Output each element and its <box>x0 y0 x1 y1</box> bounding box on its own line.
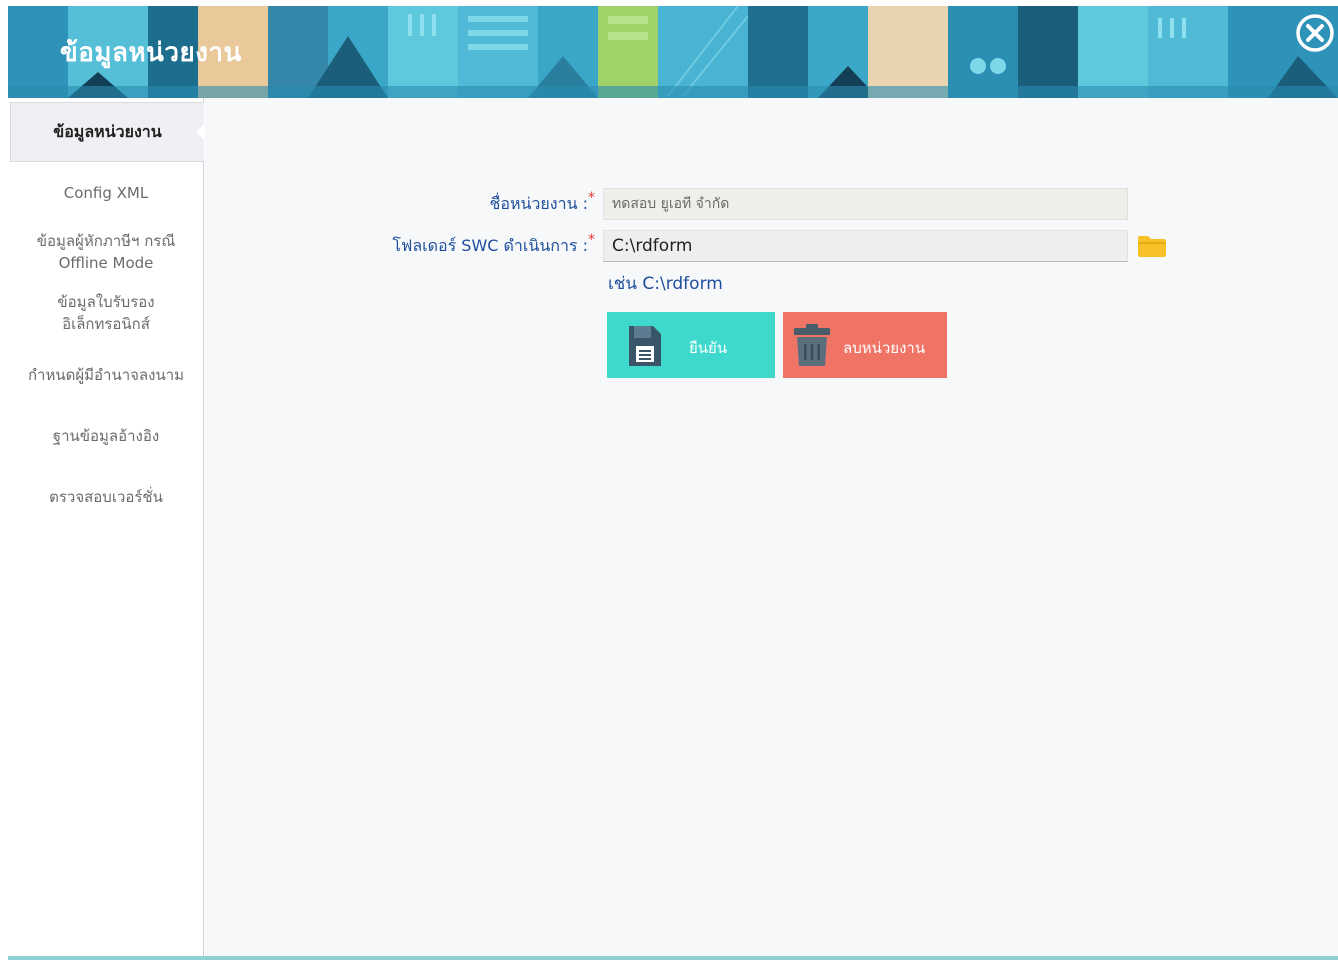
swc-folder-label: โฟลเดอร์ SWC ดำเนินการ :* <box>325 232 595 259</box>
sidebar-item-config-xml[interactable]: Config XML <box>8 182 204 204</box>
folder-icon[interactable] <box>1137 234 1167 262</box>
sidebar-item-label: Config XML <box>63 184 149 202</box>
sidebar-item-label: ข้อมูลใบรับรอง <box>57 293 155 311</box>
window-header: ข้อมูลหน่วยงาน <box>8 6 1338 98</box>
org-name-label: ชื่อหน่วยงาน :* <box>365 190 595 217</box>
trash-icon <box>791 322 833 372</box>
sidebar-item-e-certificate[interactable]: ข้อมูลใบรับรอง อิเล็กทรอนิกส์ <box>8 291 204 335</box>
sidebar-item-signatory[interactable]: กำหนดผู้มีอำนาจลงนาม <box>8 364 204 386</box>
sidebar-item-org-info[interactable]: ข้อมูลหน่วยงาน <box>10 102 205 162</box>
delete-org-button-label: ลบหน่วยงาน <box>843 339 926 357</box>
bottom-border <box>8 956 1338 965</box>
swc-folder-input[interactable]: C:\rdform <box>603 230 1128 262</box>
delete-org-button[interactable]: ลบหน่วยงาน <box>783 312 947 378</box>
sidebar-item-label: ฐานข้อมูลอ้างอิง <box>52 427 160 445</box>
org-name-label-text: ชื่อหน่วยงาน : <box>489 194 588 213</box>
sidebar-item-check-version[interactable]: ตรวจสอบเวอร์ชั่น <box>8 486 204 508</box>
sidebar-item-label: Offline Mode <box>58 254 154 272</box>
swc-folder-label-text: โฟลเดอร์ SWC ดำเนินการ : <box>392 236 588 255</box>
required-star: * <box>588 190 595 206</box>
save-document-icon <box>627 324 663 372</box>
required-star: * <box>588 232 595 248</box>
close-icon[interactable] <box>1294 12 1336 54</box>
main-content: ชื่อหน่วยงาน :* ทดสอบ ยูเอที จำกัด โฟลเด… <box>205 98 1338 956</box>
sidebar-item-label: ข้อมูลผู้หักภาษีฯ กรณี <box>36 232 176 250</box>
sidebar-item-reference-db[interactable]: ฐานข้อมูลอ้างอิง <box>8 425 204 447</box>
confirm-button-label: ยืนยัน <box>689 339 728 357</box>
sidebar-item-label: กำหนดผู้มีอำนาจลงนาม <box>27 366 185 384</box>
sidebar-item-offline-mode[interactable]: ข้อมูลผู้หักภาษีฯ กรณี Offline Mode <box>8 230 204 274</box>
active-indicator <box>196 123 205 141</box>
org-name-field: ทดสอบ ยูเอที จำกัด <box>603 188 1128 220</box>
window-title: ข้อมูลหน่วยงาน <box>60 38 242 68</box>
folder-hint: เช่น C:\rdform <box>608 274 723 294</box>
confirm-button[interactable]: ยืนยัน <box>607 312 775 378</box>
sidebar-item-label: อิเล็กทรอนิกส์ <box>62 315 150 333</box>
sidebar: ข้อมูลหน่วยงาน Config XML ข้อมูลผู้หักภา… <box>8 98 205 956</box>
sidebar-item-label: ตรวจสอบเวอร์ชั่น <box>49 488 163 506</box>
sidebar-item-label: ข้อมูลหน่วยงาน <box>53 122 162 141</box>
